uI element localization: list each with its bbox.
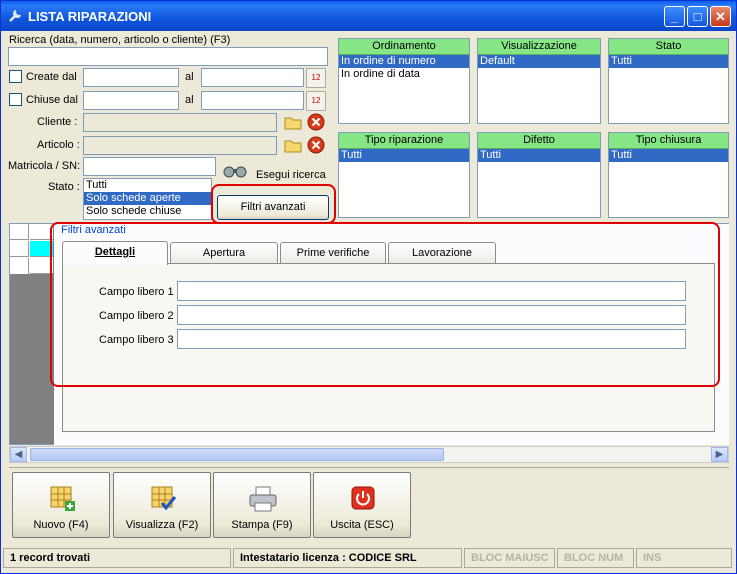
new-button[interactable]: Nuovo (F4) (12, 472, 110, 538)
clear-icon[interactable] (306, 135, 326, 155)
scroll-thumb[interactable] (30, 448, 444, 461)
created-to-label: al (185, 71, 194, 83)
scroll-right-button[interactable]: ▶ (711, 447, 728, 462)
grid-add-icon (50, 486, 75, 511)
closure-type-option-all[interactable]: Tutti (609, 149, 728, 162)
defect-list[interactable]: Difetto Tutti (477, 132, 601, 218)
created-to-date[interactable] (201, 68, 304, 87)
calendar-icon[interactable]: 12 (306, 68, 326, 88)
view-button[interactable]: Visualizza (F2) (113, 472, 211, 538)
arrow-right-icon: ▶ (715, 449, 724, 460)
grid-header-cells (10, 224, 53, 274)
serial-label: Matricola / SN: (8, 160, 81, 172)
created-from-date[interactable] (83, 68, 179, 87)
status-list[interactable]: Stato Tutti (608, 38, 729, 124)
maximize-icon: □ (693, 9, 702, 24)
highlight-advanced-button (211, 184, 336, 224)
scroll-left-button[interactable]: ◀ (10, 447, 27, 462)
ordering-list[interactable]: Ordinamento In ordine di numero In ordin… (338, 38, 470, 124)
closure-type-list[interactable]: Tipo chiusura Tutti (608, 132, 729, 218)
visualization-option-default[interactable]: Default (478, 55, 600, 68)
folder-icon[interactable] (283, 112, 303, 132)
view-button-label: Visualizza (F2) (125, 519, 199, 531)
repair-type-option-all[interactable]: Tutti (339, 149, 469, 162)
minimize-button[interactable]: _ (664, 6, 685, 27)
state-list[interactable]: Tutti Solo schede aperte Solo schede chi… (83, 178, 212, 220)
print-button[interactable]: Stampa (F9) (213, 472, 311, 538)
calendar-icon[interactable]: 12 (306, 91, 326, 111)
insert-indicator: INS (636, 548, 732, 568)
binoculars-icon (223, 166, 247, 178)
clear-icon[interactable] (306, 112, 326, 132)
defect-header: Difetto (478, 133, 600, 149)
status-option-all[interactable]: Tutti (609, 55, 728, 68)
power-icon (351, 486, 375, 510)
status-header: Stato (609, 39, 728, 55)
record-count: 1 record trovati (3, 548, 231, 568)
folder-icon[interactable] (283, 135, 303, 155)
minimize-icon: _ (670, 9, 679, 24)
close-button[interactable]: ✕ (710, 6, 731, 27)
repair-type-list[interactable]: Tipo riparazione Tutti (338, 132, 470, 218)
print-button-label: Stampa (F9) (231, 519, 293, 531)
created-from-label: Create dal (26, 71, 77, 83)
execute-search-button[interactable]: Esegui ricerca (256, 169, 326, 181)
arrow-left-icon: ◀ (14, 449, 23, 460)
state-option-closed[interactable]: Solo schede chiuse (84, 205, 211, 218)
tab-details[interactable]: Dettagli (62, 241, 168, 265)
article-label: Articolo : (37, 139, 80, 151)
license-holder: Intestatario licenza : CODICE SRL (233, 548, 462, 568)
close-icon: ✕ (715, 9, 726, 24)
closure-type-header: Tipo chiusura (609, 133, 728, 149)
printer-icon (249, 486, 277, 512)
ordering-header: Ordinamento (339, 39, 469, 55)
article-field[interactable] (83, 136, 277, 155)
state-option-all[interactable]: Tutti (84, 179, 211, 192)
closed-from-label: Chiuse dal (26, 94, 78, 106)
search-input[interactable] (8, 47, 328, 66)
visualization-list[interactable]: Visualizzazione Default (477, 38, 601, 124)
exit-button-label: Uscita (ESC) (330, 519, 394, 531)
closed-from-date[interactable] (83, 91, 179, 110)
visualization-header: Visualizzazione (478, 39, 600, 55)
serial-field[interactable] (83, 157, 216, 176)
ordering-option-number[interactable]: In ordine di numero (339, 55, 469, 68)
exit-button[interactable]: Uscita (ESC) (313, 472, 411, 538)
closed-from-checkbox[interactable] (9, 93, 22, 106)
state-label: Stato : (48, 181, 80, 193)
maximize-button[interactable]: □ (687, 6, 708, 27)
num-lock-indicator: BLOC NUM (557, 548, 634, 568)
ordering-option-date[interactable]: In ordine di data (339, 68, 469, 81)
horizontal-scrollbar[interactable]: ◀ ▶ (9, 446, 729, 463)
customer-field[interactable] (83, 113, 277, 132)
caps-lock-indicator: BLOC MAIUSC (464, 548, 555, 568)
repair-type-header: Tipo riparazione (339, 133, 469, 149)
created-from-checkbox[interactable] (9, 70, 22, 83)
closed-to-label: al (185, 94, 194, 106)
state-option-open[interactable]: Solo schede aperte (84, 192, 211, 205)
defect-option-all[interactable]: Tutti (478, 149, 600, 162)
new-button-label: Nuovo (F4) (33, 519, 89, 531)
grid-check-icon (151, 486, 177, 511)
window-title: LISTA RIPARAZIONI (28, 9, 152, 24)
closed-to-date[interactable] (201, 91, 304, 110)
customer-label: Cliente : (37, 116, 78, 128)
wrench-icon (9, 9, 22, 22)
title-bar[interactable]: LISTA RIPARAZIONI _ □ ✕ (1, 1, 736, 31)
main-window: LISTA RIPARAZIONI _ □ ✕ Ricerca (data, n… (0, 0, 737, 574)
search-label: Ricerca (data, numero, articolo o client… (9, 34, 231, 46)
